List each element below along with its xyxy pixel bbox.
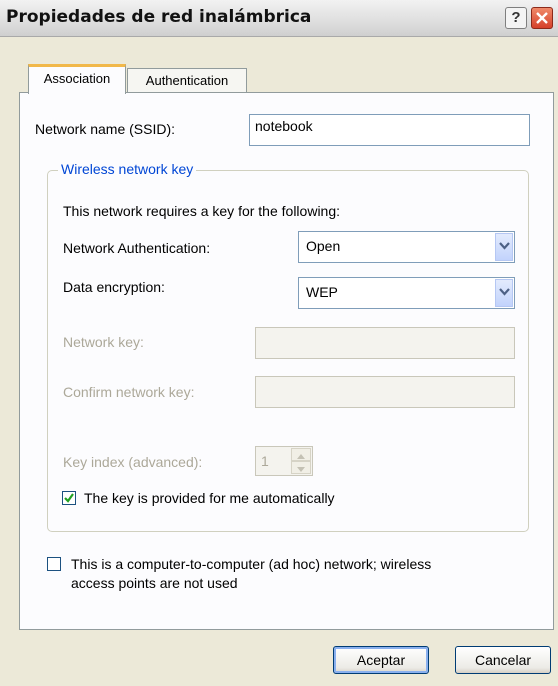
network-auth-dropdown-button[interactable] — [495, 233, 513, 261]
tab-association[interactable]: Association — [28, 64, 126, 94]
confirm-key-label: Confirm network key: — [63, 384, 195, 400]
auto-key-checkbox[interactable] — [62, 491, 76, 505]
ok-button-label: Aceptar — [356, 652, 406, 668]
adhoc-label-line1: This is a computer-to-computer (ad hoc) … — [71, 556, 432, 572]
network-auth-label: Network Authentication: — [63, 240, 211, 256]
title-bar[interactable]: Propiedades de red inalámbrica ? — [0, 0, 558, 37]
key-index-value: 1 — [261, 453, 269, 469]
ssid-input[interactable]: notebook — [249, 114, 530, 146]
tab-authentication[interactable]: Authentication — [127, 68, 247, 93]
help-button[interactable]: ? — [505, 7, 527, 29]
adhoc-label-line2: access points are not used — [71, 575, 238, 591]
close-icon — [536, 12, 548, 24]
wireless-key-group-title: Wireless network key — [58, 161, 197, 177]
auto-key-label: The key is provided for me automatically — [84, 490, 335, 506]
close-button[interactable] — [531, 7, 553, 29]
ssid-label: Network name (SSID): — [35, 121, 176, 137]
confirm-key-input[interactable] — [255, 376, 515, 408]
dialog-window: Propiedades de red inalámbrica ? Associa… — [0, 0, 558, 686]
data-encryption-select[interactable]: WEP — [298, 277, 515, 309]
data-encryption-label: Data encryption: — [63, 279, 165, 295]
data-encryption-dropdown-button[interactable] — [495, 279, 513, 307]
network-auth-select[interactable]: Open — [298, 231, 515, 263]
tab-association-label: Association — [43, 71, 111, 86]
key-index-up-button[interactable] — [291, 448, 311, 461]
checkmark-icon — [64, 493, 74, 503]
chevron-down-icon — [499, 242, 510, 250]
network-auth-value: Open — [306, 238, 341, 254]
tab-authentication-label: Authentication — [145, 73, 229, 88]
cancel-button[interactable]: Cancelar — [455, 646, 551, 674]
key-intro-text: This network requires a key for the foll… — [63, 203, 341, 219]
help-icon: ? — [511, 9, 521, 26]
network-key-label: Network key: — [63, 334, 144, 350]
key-index-spinner[interactable]: 1 — [255, 446, 313, 476]
window-title: Propiedades de red inalámbrica — [6, 7, 312, 27]
data-encryption-value: WEP — [306, 284, 338, 300]
chevron-down-icon — [499, 288, 510, 296]
cancel-button-label: Cancelar — [474, 652, 532, 668]
ok-button[interactable]: Aceptar — [333, 646, 429, 674]
arrow-down-icon — [297, 467, 305, 472]
ssid-value: notebook — [255, 118, 313, 134]
key-index-down-button[interactable] — [291, 461, 311, 474]
adhoc-checkbox[interactable] — [47, 557, 61, 571]
network-key-input[interactable] — [255, 327, 515, 359]
key-index-label: Key index (advanced): — [63, 454, 203, 470]
